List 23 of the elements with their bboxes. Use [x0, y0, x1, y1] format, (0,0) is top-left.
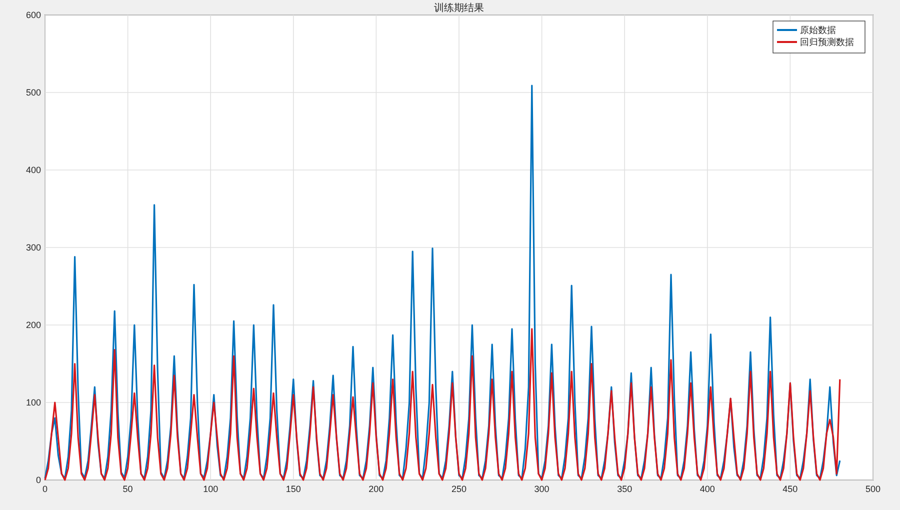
y-tick-label: 0	[36, 475, 41, 485]
x-tick-label: 300	[534, 484, 550, 494]
x-tick-label: 450	[782, 484, 798, 494]
chart-title: 训练期结果	[434, 3, 484, 14]
y-tick-label: 500	[26, 88, 41, 98]
x-tick-label: 150	[286, 484, 301, 494]
x-tick-label: 200	[368, 484, 384, 494]
y-tick-label: 200	[26, 320, 41, 330]
legend-line-icon	[777, 29, 797, 31]
x-tick-label: 50	[122, 484, 133, 494]
x-tick-label: 350	[617, 484, 632, 494]
x-tick-label: 0	[42, 484, 48, 494]
legend-label: 原始数据	[800, 26, 836, 36]
y-tick-label: 300	[26, 242, 41, 252]
y-tick-label: 400	[26, 165, 41, 175]
y-tick-label: 600	[26, 10, 41, 20]
legend-line-icon	[777, 41, 797, 43]
legend-label: 回归预测数据	[800, 38, 854, 48]
x-tick-label: 250	[451, 484, 467, 494]
x-tick-label: 500	[865, 484, 881, 494]
x-tick-label: 100	[203, 484, 218, 494]
y-tick-label: 100	[26, 398, 41, 408]
x-tick-label: 400	[700, 484, 715, 494]
